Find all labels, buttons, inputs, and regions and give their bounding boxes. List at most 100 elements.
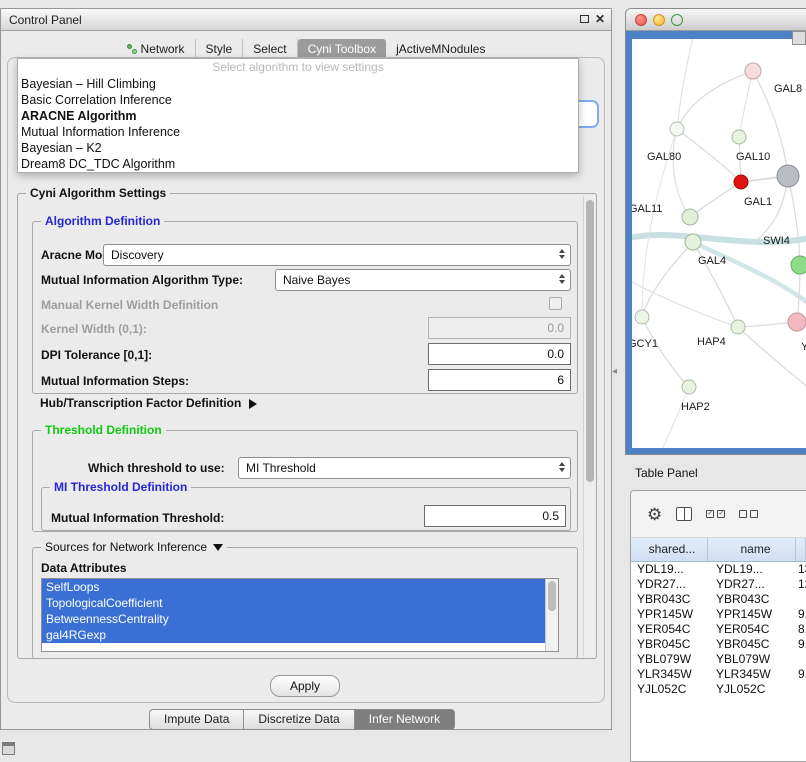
- network-edge[interactable]: [642, 242, 693, 317]
- table-row[interactable]: YBR045CYBR045C9.: [631, 637, 806, 652]
- mi-steps-label: Mutual Information Steps:: [41, 374, 189, 388]
- network-edge[interactable]: [788, 176, 800, 265]
- attribute-item[interactable]: SelfLoops: [42, 579, 558, 595]
- data-attributes-listbox: SelfLoopsTopologicalCoefficientBetweenne…: [41, 578, 559, 652]
- settings-scrollbar[interactable]: [583, 196, 595, 656]
- table-cell: YLR345W: [708, 667, 796, 682]
- data-attributes-label: Data Attributes: [41, 561, 127, 575]
- birdseye-corner-box[interactable]: [792, 31, 806, 45]
- network-view-window: GAL8GAL80GAL10GAL11GAL1SWI4GAL4GCY1HAP4Y…: [625, 8, 806, 455]
- network-node[interactable]: [734, 175, 748, 189]
- network-node[interactable]: [788, 313, 806, 331]
- network-edge[interactable]: [642, 317, 689, 387]
- table-row[interactable]: YDR27...YDR27...12: [631, 577, 806, 592]
- network-node[interactable]: [682, 209, 698, 225]
- attribute-item[interactable]: BetweennessCentrality: [42, 611, 558, 627]
- network-node[interactable]: [732, 130, 746, 144]
- network-node[interactable]: [791, 256, 806, 274]
- attribute-item[interactable]: gal4RGexp: [42, 627, 558, 643]
- network-edge[interactable]: [677, 129, 741, 182]
- network-edge[interactable]: [658, 387, 689, 448]
- zoom-traffic-light[interactable]: [671, 14, 683, 26]
- which-threshold-label: Which threshold to use:: [88, 461, 225, 475]
- network-node[interactable]: [635, 310, 649, 324]
- algorithm-option[interactable]: Bayesian – K2: [18, 140, 578, 156]
- table-row[interactable]: YLR345WYLR345W9.: [631, 667, 806, 682]
- network-edge[interactable]: [739, 71, 753, 137]
- collapsed-panel-icon[interactable]: [2, 742, 15, 755]
- tab-impute-data[interactable]: Impute Data: [149, 709, 244, 730]
- table-cell: YBR045C: [631, 637, 708, 652]
- table-row[interactable]: YJL052CYJL052C: [631, 682, 806, 697]
- network-node[interactable]: [745, 63, 761, 79]
- stepper-icon: [559, 274, 565, 284]
- network-node[interactable]: [670, 122, 684, 136]
- table-row[interactable]: YPR145WYPR145W9.: [631, 607, 806, 622]
- algorithm-option[interactable]: Bayesian – Hill Climbing: [18, 76, 578, 92]
- table-body: YDL19...YDL19...13YDR27...YDR27...12YBR0…: [631, 562, 806, 761]
- minimize-traffic-light[interactable]: [653, 14, 665, 26]
- table-row[interactable]: YBR043CYBR043C: [631, 592, 806, 607]
- tab-cyni-toolbox[interactable]: Cyni Toolbox: [298, 39, 386, 59]
- sources-toggle[interactable]: Sources for Network Inference: [41, 540, 227, 554]
- algorithm-popup-list: Bayesian – Hill ClimbingBasic Correlatio…: [18, 76, 578, 172]
- manual-kernel-checkbox[interactable]: [549, 297, 562, 310]
- mi-threshold-field[interactable]: 0.5: [424, 505, 566, 527]
- tab-style[interactable]: Style: [196, 39, 244, 59]
- network-node[interactable]: [682, 380, 696, 394]
- column-header-shared-name[interactable]: shared...: [631, 538, 708, 561]
- tab-infer-network[interactable]: Infer Network: [355, 709, 455, 730]
- list-scrollbar[interactable]: [545, 579, 558, 651]
- column-header-extra[interactable]: [796, 538, 806, 561]
- network-window-titlebar[interactable]: [626, 9, 806, 31]
- data-attributes-list: SelfLoopsTopologicalCoefficientBetweenne…: [42, 579, 558, 643]
- mi-steps-field[interactable]: 6: [428, 369, 571, 391]
- list-scrollbar-thumb[interactable]: [548, 581, 556, 611]
- apply-button[interactable]: Apply: [270, 675, 340, 697]
- network-edge[interactable]: [677, 39, 694, 129]
- table-cell: [796, 652, 806, 667]
- network-edge[interactable]: [752, 176, 788, 244]
- mi-threshold-group: MI Threshold Definition Mutual Informati…: [41, 487, 571, 531]
- network-edge[interactable]: [693, 242, 806, 307]
- threshold-definition-title: Threshold Definition: [41, 423, 166, 437]
- table-row[interactable]: YER054CYER054C8.: [631, 622, 806, 637]
- table-row[interactable]: YBL079WYBL079W: [631, 652, 806, 667]
- attribute-item[interactable]: TopologicalCoefficient: [42, 595, 558, 611]
- tab-discretize-data[interactable]: Discretize Data: [244, 709, 354, 730]
- algorithm-option[interactable]: Dream8 DC_TDC Algorithm: [18, 156, 578, 172]
- hub-definition-toggle[interactable]: Hub/Transcription Factor Definition: [40, 396, 257, 410]
- tab-network[interactable]: Network: [117, 39, 196, 59]
- splitter-handle[interactable]: ◂: [612, 366, 617, 377]
- network-edge[interactable]: [690, 182, 741, 217]
- algorithm-option[interactable]: Basic Correlation Inference: [18, 92, 578, 108]
- network-node[interactable]: [731, 320, 745, 334]
- select-all-columns-icon[interactable]: ✓✓: [706, 510, 725, 518]
- tab-jactivemnodules[interactable]: jActiveMNodules: [386, 39, 495, 59]
- column-header-name[interactable]: name: [708, 538, 796, 561]
- columns-icon[interactable]: [676, 507, 692, 521]
- tab-select[interactable]: Select: [243, 39, 297, 59]
- sources-group: Sources for Network Inference Data Attri…: [32, 547, 578, 659]
- table-row[interactable]: YDL19...YDL19...13: [631, 562, 806, 577]
- network-canvas[interactable]: GAL8GAL80GAL10GAL11GAL1SWI4GAL4GCY1HAP4Y…: [632, 39, 806, 448]
- mi-type-select[interactable]: Naive Bayes: [275, 269, 571, 291]
- algorithm-option[interactable]: Mutual Information Inference: [18, 124, 578, 140]
- dpi-tolerance-field[interactable]: 0.0: [428, 343, 571, 365]
- close-icon[interactable]: ✕: [595, 12, 605, 26]
- mi-type-value: Naive Bayes: [283, 273, 350, 287]
- aracne-mode-select[interactable]: Discovery: [103, 244, 571, 266]
- algorithm-option[interactable]: ARACNE Algorithm: [18, 108, 578, 124]
- network-edge[interactable]: [673, 129, 690, 217]
- close-traffic-light[interactable]: [635, 14, 647, 26]
- network-node[interactable]: [685, 234, 701, 250]
- float-window-icon[interactable]: [580, 15, 589, 23]
- gear-icon[interactable]: ⚙: [647, 506, 662, 523]
- which-threshold-select[interactable]: MI Threshold: [238, 457, 571, 479]
- network-edge[interactable]: [738, 327, 806, 391]
- scrollbar-thumb[interactable]: [586, 200, 594, 482]
- network-node[interactable]: [777, 165, 799, 187]
- cyni-algorithm-settings-group: Cyni Algorithm Settings Algorithm Defini…: [17, 193, 597, 659]
- deselect-all-columns-icon[interactable]: [739, 510, 758, 518]
- control-panel-titlebar[interactable]: Control Panel ✕: [1, 9, 611, 31]
